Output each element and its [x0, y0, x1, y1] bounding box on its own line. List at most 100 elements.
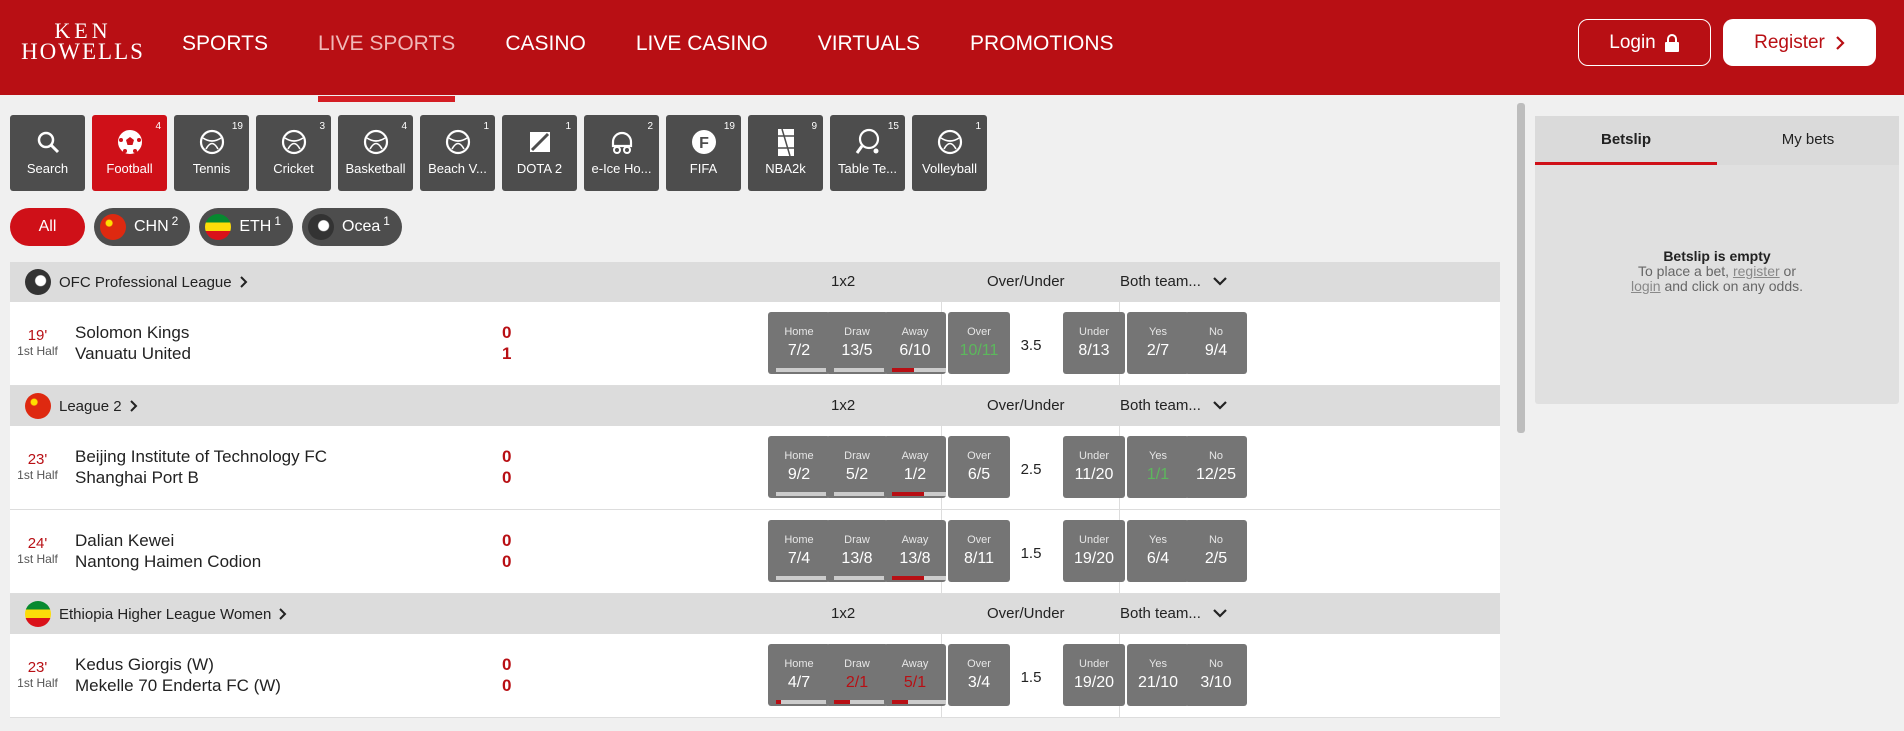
filter-eth[interactable]: ETH 1 [199, 208, 294, 246]
sport-tile-ice-hockey[interactable]: 2 e-Ice Ho... [584, 115, 659, 191]
odds-button-over[interactable]: Over 3/4 [948, 644, 1010, 706]
nav-casino[interactable]: CASINO [505, 0, 586, 95]
odds-type: Over [967, 450, 991, 462]
odds-button-over[interactable]: Over 8/11 [948, 520, 1010, 582]
odds-type: Away [901, 450, 929, 462]
event-teams[interactable]: Kedus Giorgis (W) Mekelle 70 Enderta FC (… [75, 654, 281, 696]
league-header: OFC Professional League 1x2 Over/Under Both… [10, 262, 1500, 302]
odds-value: 2/1 [845, 674, 869, 691]
league-link[interactable]: League 2 [59, 398, 138, 415]
odds-value: 7/4 [787, 550, 811, 567]
filter-all[interactable]: All [10, 208, 85, 246]
betslip-panel: Betslip My bets Betslip is empty To plac… [1535, 116, 1899, 404]
odds-button-under[interactable]: Under 8/13 [1063, 312, 1125, 374]
odds-type: Home [784, 450, 814, 462]
odds-value: 2/7 [1146, 342, 1170, 359]
odds-button-under[interactable]: Under 19/20 [1063, 644, 1125, 706]
sport-tile-cricket[interactable]: 3 Cricket [256, 115, 331, 191]
odds-button-over[interactable]: Over 6/5 [948, 436, 1010, 498]
table-tennis-icon [854, 128, 882, 156]
filter-chn[interactable]: CHN 2 [94, 208, 191, 246]
sport-tile-volleyball[interactable]: 1 Volleyball [912, 115, 987, 191]
nav-live-casino[interactable]: LIVE CASINO [636, 0, 768, 95]
chevron-right-icon [279, 608, 287, 620]
filter-ocea[interactable]: Ocea 1 [302, 208, 402, 246]
register-button[interactable]: Register [1723, 19, 1876, 66]
tab-betslip[interactable]: Betslip [1535, 116, 1717, 165]
odds-button-home[interactable]: Home 7/2 [768, 312, 830, 374]
odds-button-draw[interactable]: Draw 13/8 [826, 520, 888, 582]
chevron-down-icon[interactable] [1213, 277, 1227, 287]
event-teams[interactable]: Solomon Kings Vanuatu United [75, 322, 191, 364]
odds-button-away[interactable]: Away 6/10 [884, 312, 946, 374]
odds-button-yes[interactable]: Yes 1/1 [1127, 436, 1189, 498]
match-minute: 23' [27, 659, 48, 676]
odds-type: Home [784, 658, 814, 670]
odds-button-yes[interactable]: Yes 21/10 [1127, 644, 1189, 706]
chevron-down-icon[interactable] [1213, 401, 1227, 411]
odds-type: Draw [844, 326, 870, 338]
betslip-register-link[interactable]: register [1733, 263, 1780, 279]
odds-button-over[interactable]: Over 10/11 [948, 312, 1010, 374]
odds-button-no[interactable]: No 2/5 [1185, 520, 1247, 582]
brand-logo[interactable]: KEN HOWELLS [18, 20, 148, 64]
odds-button-draw[interactable]: Draw 13/5 [826, 312, 888, 374]
odds-button-draw[interactable]: Draw 5/2 [826, 436, 888, 498]
cricket-icon [280, 128, 308, 156]
login-button[interactable]: Login [1578, 19, 1711, 66]
odds-type: Away [901, 658, 929, 670]
nav-virtuals[interactable]: VIRTUALS [818, 0, 920, 95]
odds-button-under[interactable]: Under 11/20 [1063, 436, 1125, 498]
event-score: 00 [502, 530, 511, 572]
odds-button-no[interactable]: No 9/4 [1185, 312, 1247, 374]
odds-type: Home [784, 534, 814, 546]
chevron-down-icon[interactable] [1213, 609, 1227, 619]
odds-button-away[interactable]: Away 13/8 [884, 520, 946, 582]
region-filters: All CHN 2 ETH 1 Ocea 1 [10, 208, 1500, 246]
sport-count: 1 [975, 121, 981, 132]
scrollbar[interactable] [1517, 103, 1525, 433]
flag-icon [100, 214, 126, 240]
sport-tile-football[interactable]: 4 Football [92, 115, 167, 191]
sport-tile-fifa[interactable]: 19 F FIFA [666, 115, 741, 191]
odds-value: 11/20 [1074, 466, 1114, 483]
odds-value: 4/7 [787, 674, 811, 691]
odds-button-no[interactable]: No 12/25 [1185, 436, 1247, 498]
sport-tile-tennis[interactable]: 19 Tennis [174, 115, 249, 191]
odds-button-yes[interactable]: Yes 6/4 [1127, 520, 1189, 582]
nav-sports[interactable]: SPORTS [182, 0, 268, 95]
event-score: 01 [502, 322, 511, 364]
search-icon [34, 128, 62, 156]
sport-tile-basketball[interactable]: 4 Basketball [338, 115, 413, 191]
match-clock: 23' 1st Half [10, 659, 65, 690]
event-teams[interactable]: Beijing Institute of Technology FC Shangh… [75, 446, 327, 488]
league-link[interactable]: OFC Professional League [59, 274, 248, 291]
odds-button-draw[interactable]: Draw 2/1 [826, 644, 888, 706]
odds-button-home[interactable]: Home 4/7 [768, 644, 830, 706]
sport-label: Search [26, 161, 69, 176]
sport-tile-nba2k[interactable]: 9 NBA2k [748, 115, 823, 191]
betslip-login-link[interactable]: login [1631, 278, 1661, 294]
nav-live-sports[interactable]: LIVE SPORTS [317, 0, 456, 102]
nav-promotions[interactable]: PROMOTIONS [970, 0, 1114, 95]
sport-count: 1 [565, 121, 571, 132]
betslip-hint-post: and click on any odds. [1660, 278, 1803, 294]
odds-button-under[interactable]: Under 19/20 [1063, 520, 1125, 582]
odds-button-no[interactable]: No 3/10 [1185, 644, 1247, 706]
sport-tile-dota[interactable]: 1 DOTA 2 [502, 115, 577, 191]
odds-button-home[interactable]: Home 7/4 [768, 520, 830, 582]
odds-button-away[interactable]: Away 5/1 [884, 644, 946, 706]
sport-tile-search[interactable]: Search [10, 115, 85, 191]
tab-my-bets[interactable]: My bets [1717, 116, 1899, 165]
betslip-hint: To place a bet, [1638, 263, 1733, 279]
league-link[interactable]: Ethiopia Higher League Women [59, 606, 287, 623]
odds-button-away[interactable]: Away 1/2 [884, 436, 946, 498]
flag-icon [25, 269, 51, 295]
events-list: OFC Professional League 1x2 Over/Under Both… [10, 262, 1500, 718]
sport-tile-beach-volleyball[interactable]: 1 Beach V... [420, 115, 495, 191]
odds-button-yes[interactable]: Yes 2/7 [1127, 312, 1189, 374]
odds-button-home[interactable]: Home 9/2 [768, 436, 830, 498]
sport-tile-table-tennis[interactable]: 15 Table Te... [830, 115, 905, 191]
event-teams[interactable]: Dalian Kewei Nantong Haimen Codion [75, 530, 261, 572]
tennis-icon [198, 128, 226, 156]
